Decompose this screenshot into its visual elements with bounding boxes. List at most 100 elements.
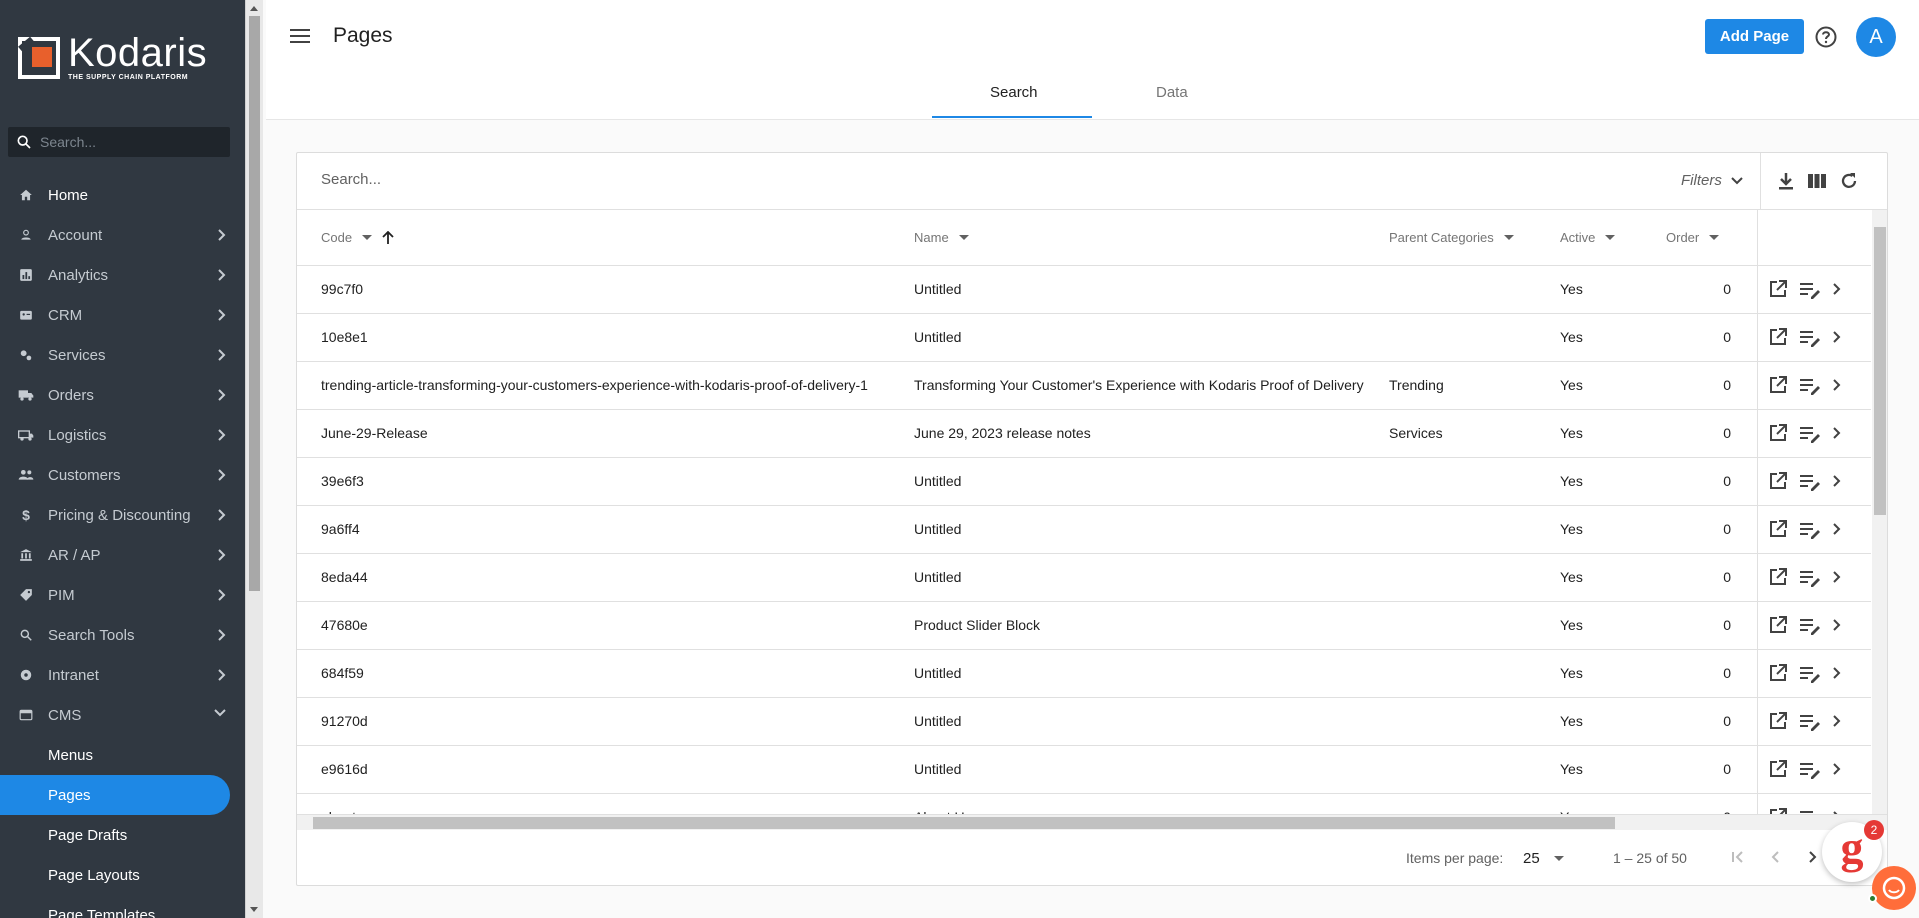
table-horizontal-scrollbar[interactable] xyxy=(297,814,1887,830)
open-external-icon[interactable] xyxy=(1768,759,1788,779)
next-page-icon[interactable] xyxy=(1803,848,1821,866)
table-row[interactable]: 684f59 Untitled Yes 0 xyxy=(297,650,1871,698)
chevron-right-icon[interactable] xyxy=(1831,711,1843,731)
add-page-button[interactable]: Add Page xyxy=(1705,19,1804,54)
first-page-icon[interactable] xyxy=(1729,848,1747,866)
chevron-right-icon[interactable] xyxy=(1831,663,1843,683)
refresh-icon[interactable] xyxy=(1839,171,1859,191)
chevron-right-icon[interactable] xyxy=(1831,375,1843,395)
sort-ascending-icon[interactable] xyxy=(382,230,394,245)
table-row[interactable]: e9616d Untitled Yes 0 xyxy=(297,746,1871,794)
chevron-right-icon[interactable] xyxy=(1831,279,1843,299)
sidebar-item-account[interactable]: Account xyxy=(0,215,245,255)
table-row[interactable]: 39e6f3 Untitled Yes 0 xyxy=(297,458,1871,506)
brand-logo[interactable]: Kodaris THE SUPPLY CHAIN PLATFORM xyxy=(18,33,207,81)
table-row[interactable]: 9a6ff4 Untitled Yes 0 xyxy=(297,506,1871,554)
sidebar-item-intranet[interactable]: Intranet xyxy=(0,655,245,695)
edit-list-icon[interactable] xyxy=(1799,615,1821,635)
sidebar-scrollbar[interactable] xyxy=(245,0,263,918)
sidebar-item-home[interactable]: Home xyxy=(0,175,245,215)
caret-down-icon[interactable] xyxy=(1605,235,1616,240)
table-row[interactable]: trending-article-transforming-your-custo… xyxy=(297,362,1871,410)
edit-list-icon[interactable] xyxy=(1799,519,1821,539)
previous-page-icon[interactable] xyxy=(1767,848,1785,866)
open-external-icon[interactable] xyxy=(1768,615,1788,635)
sidebar-item-pim[interactable]: PIM xyxy=(0,575,245,615)
edit-list-icon[interactable] xyxy=(1799,759,1821,779)
sidebar-item-cms[interactable]: CMS xyxy=(0,695,245,735)
sidebar-item-page-layouts[interactable]: Page Layouts xyxy=(0,855,245,895)
open-external-icon[interactable] xyxy=(1768,423,1788,443)
chevron-right-icon[interactable] xyxy=(1831,327,1843,347)
sidebar-item-pages[interactable]: Pages xyxy=(0,775,230,815)
sidebar-item-logistics[interactable]: Logistics xyxy=(0,415,245,455)
vertical-scrollbar-thumb[interactable] xyxy=(1874,227,1886,515)
sidebar-item-search-tools[interactable]: Search Tools xyxy=(0,615,245,655)
open-external-icon[interactable] xyxy=(1768,519,1788,539)
table-row[interactable]: 99c7f0 Untitled Yes 0 xyxy=(297,266,1871,314)
sidebar-item-page-drafts[interactable]: Page Drafts xyxy=(0,815,245,855)
chevron-right-icon[interactable] xyxy=(1831,471,1843,491)
caret-down-icon[interactable] xyxy=(958,235,969,240)
table-row[interactable]: 8eda44 Untitled Yes 0 xyxy=(297,554,1871,602)
table-row[interactable]: 10e8e1 Untitled Yes 0 xyxy=(297,314,1871,362)
open-external-icon[interactable] xyxy=(1768,567,1788,587)
sidebar-item-pricing-discounting[interactable]: $ Pricing & Discounting xyxy=(0,495,245,535)
column-header-parent-categories[interactable]: Parent Categories xyxy=(1389,230,1514,245)
tab-search[interactable]: Search xyxy=(990,84,1038,101)
sidebar-scrollbar-thumb[interactable] xyxy=(249,16,260,591)
support-chat-icon[interactable] xyxy=(1872,866,1916,910)
menu-icon[interactable] xyxy=(290,28,310,44)
edit-list-icon[interactable] xyxy=(1799,423,1821,443)
open-external-icon[interactable] xyxy=(1768,375,1788,395)
table-vertical-scrollbar[interactable] xyxy=(1872,210,1887,818)
filters-dropdown[interactable]: Filters xyxy=(1681,172,1744,189)
table-row[interactable]: 91270d Untitled Yes 0 xyxy=(297,698,1871,746)
items-per-page-select[interactable]: 25 xyxy=(1523,850,1564,867)
avatar[interactable]: A xyxy=(1856,17,1896,57)
edit-list-icon[interactable] xyxy=(1799,279,1821,299)
edit-list-icon[interactable] xyxy=(1799,711,1821,731)
open-external-icon[interactable] xyxy=(1768,663,1788,683)
column-header-name[interactable]: Name xyxy=(914,230,969,245)
sidebar-search-input[interactable] xyxy=(40,134,220,150)
sidebar-item-crm[interactable]: CRM xyxy=(0,295,245,335)
help-icon[interactable] xyxy=(1814,25,1838,49)
tab-data[interactable]: Data xyxy=(1156,84,1188,101)
open-external-icon[interactable] xyxy=(1768,279,1788,299)
open-external-icon[interactable] xyxy=(1768,711,1788,731)
sidebar-item-services[interactable]: Services xyxy=(0,335,245,375)
column-header-order[interactable]: Order xyxy=(1666,230,1720,245)
edit-list-icon[interactable] xyxy=(1799,567,1821,587)
column-header-active[interactable]: Active xyxy=(1560,230,1616,245)
edit-list-icon[interactable] xyxy=(1799,663,1821,683)
chevron-right-icon[interactable] xyxy=(1831,615,1843,635)
sidebar-item-orders[interactable]: Orders xyxy=(0,375,245,415)
open-external-icon[interactable] xyxy=(1768,327,1788,347)
download-icon[interactable] xyxy=(1777,171,1795,191)
sidebar-item-menus[interactable]: Menus xyxy=(0,735,245,775)
column-header-code[interactable]: Code xyxy=(321,230,394,245)
table-search-input[interactable] xyxy=(321,171,721,188)
chevron-right-icon[interactable] xyxy=(1831,519,1843,539)
caret-down-icon[interactable] xyxy=(1709,235,1720,240)
open-external-icon[interactable] xyxy=(1768,471,1788,491)
chat-widget-button[interactable]: g 2 xyxy=(1822,820,1884,882)
sidebar-item-page-templates[interactable]: Page Templates xyxy=(0,895,245,918)
edit-list-icon[interactable] xyxy=(1799,375,1821,395)
scroll-down-arrow-icon[interactable] xyxy=(250,907,258,912)
sidebar-item-customers[interactable]: Customers xyxy=(0,455,245,495)
caret-down-icon[interactable] xyxy=(362,235,373,240)
edit-list-icon[interactable] xyxy=(1799,471,1821,491)
table-row[interactable]: 47680e Product Slider Block Yes 0 xyxy=(297,602,1871,650)
sidebar-item-ar-ap[interactable]: AR / AP xyxy=(0,535,245,575)
caret-down-icon[interactable] xyxy=(1503,235,1514,240)
chevron-right-icon[interactable] xyxy=(1831,423,1843,443)
sidebar-item-analytics[interactable]: Analytics xyxy=(0,255,245,295)
horizontal-scrollbar-thumb[interactable] xyxy=(313,817,1615,829)
chevron-right-icon[interactable] xyxy=(1831,759,1843,779)
chevron-right-icon[interactable] xyxy=(1831,567,1843,587)
scroll-up-arrow-icon[interactable] xyxy=(250,6,258,11)
columns-icon[interactable] xyxy=(1807,171,1827,191)
edit-list-icon[interactable] xyxy=(1799,327,1821,347)
